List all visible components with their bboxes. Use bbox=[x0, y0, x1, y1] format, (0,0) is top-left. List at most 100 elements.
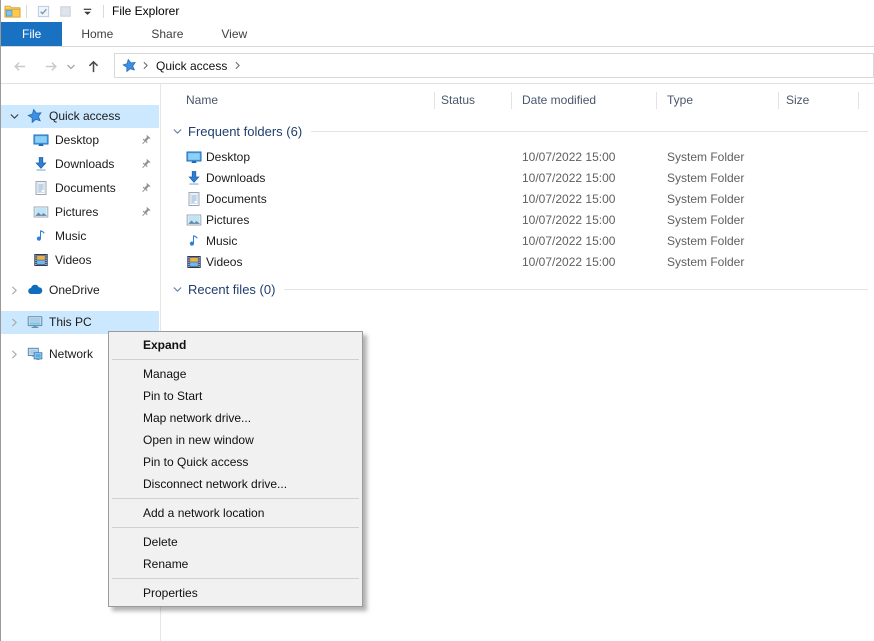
chevron-right-icon[interactable] bbox=[8, 316, 21, 329]
videos-icon bbox=[33, 252, 49, 268]
file-type: System Folder bbox=[667, 192, 744, 206]
menu-item-pin-to-quick-access[interactable]: Pin to Quick access bbox=[110, 451, 361, 473]
breadcrumb-item-quick-access[interactable]: Quick access bbox=[156, 59, 227, 73]
group-header-recent-files-0[interactable]: Recent files (0) bbox=[162, 280, 868, 298]
menu-item-manage[interactable]: Manage bbox=[110, 363, 361, 385]
quick-access-star-icon bbox=[27, 108, 43, 124]
sidebar-item-label: Network bbox=[49, 347, 93, 361]
menu-item-open-in-new-window[interactable]: Open in new window bbox=[110, 429, 361, 451]
breadcrumb-chevron-icon[interactable] bbox=[231, 59, 244, 72]
pin-icon bbox=[139, 182, 152, 195]
column-header-name[interactable]: Name bbox=[186, 90, 218, 110]
group-chevron-down-icon[interactable] bbox=[171, 283, 184, 296]
address-bar[interactable]: Quick access bbox=[114, 53, 874, 78]
downloads-icon bbox=[33, 156, 49, 172]
menu-item-add-a-network-location[interactable]: Add a network location bbox=[110, 502, 361, 524]
sidebar-item-documents[interactable]: Documents bbox=[1, 177, 159, 200]
ribbon-tabs: File Home Share View bbox=[1, 22, 874, 47]
tab-share[interactable]: Share bbox=[132, 22, 202, 46]
column-separator[interactable] bbox=[656, 92, 657, 109]
group-chevron-down-icon[interactable] bbox=[171, 125, 184, 138]
sidebar-item-quick-access[interactable]: Quick access bbox=[1, 105, 159, 128]
forward-button[interactable] bbox=[41, 56, 61, 76]
chevron-down-icon[interactable] bbox=[8, 110, 21, 123]
menu-separator bbox=[112, 578, 359, 579]
group-header-frequent-folders-6[interactable]: Frequent folders (6) bbox=[162, 122, 868, 140]
sidebar-item-label: Videos bbox=[55, 253, 91, 267]
customize-qat-icon[interactable] bbox=[78, 2, 96, 20]
menu-item-pin-to-start[interactable]: Pin to Start bbox=[110, 385, 361, 407]
properties-check-icon[interactable] bbox=[34, 2, 52, 20]
sidebar-item-pictures[interactable]: Pictures bbox=[1, 201, 159, 224]
file-row-pictures[interactable]: Pictures10/07/2022 15:00System Folder bbox=[162, 210, 874, 231]
quick-access-star-icon bbox=[122, 58, 137, 73]
menu-separator bbox=[112, 498, 359, 499]
file-date-modified: 10/07/2022 15:00 bbox=[522, 255, 615, 269]
sidebar-item-downloads[interactable]: Downloads bbox=[1, 153, 159, 176]
file-name: Videos bbox=[206, 255, 242, 269]
sidebar-item-label: Documents bbox=[55, 181, 116, 195]
breadcrumb-chevron-icon[interactable] bbox=[139, 59, 152, 72]
column-header-status[interactable]: Status bbox=[441, 90, 475, 110]
menu-item-disconnect-network-drive[interactable]: Disconnect network drive... bbox=[110, 473, 361, 495]
sidebar-item-videos[interactable]: Videos bbox=[1, 249, 159, 272]
sidebar-item-desktop[interactable]: Desktop bbox=[1, 129, 159, 152]
column-separator[interactable] bbox=[434, 92, 435, 109]
documents-icon bbox=[33, 180, 49, 196]
column-separator[interactable] bbox=[511, 92, 512, 109]
tab-file[interactable]: File bbox=[1, 22, 62, 46]
new-folder-icon[interactable] bbox=[56, 2, 74, 20]
chevron-right-icon[interactable] bbox=[8, 284, 21, 297]
pictures-icon bbox=[33, 204, 49, 220]
column-header-date-modified[interactable]: Date modified bbox=[522, 90, 596, 110]
menu-item-map-network-drive[interactable]: Map network drive... bbox=[110, 407, 361, 429]
sidebar-item-label: Desktop bbox=[55, 133, 99, 147]
tab-home[interactable]: Home bbox=[62, 22, 132, 46]
file-name: Desktop bbox=[206, 150, 250, 164]
file-row-desktop[interactable]: Desktop 10/07/2022 15:00 System Folder bbox=[162, 147, 874, 168]
file-type: System Folder bbox=[667, 255, 744, 269]
file-row-downloads[interactable]: Downloads10/07/2022 15:00System Folder bbox=[162, 168, 874, 189]
column-header-size[interactable]: Size bbox=[786, 90, 809, 110]
file-date-modified: 10/07/2022 15:00 bbox=[522, 213, 615, 227]
file-date-modified: 10/07/2022 15:00 bbox=[522, 192, 615, 206]
sidebar-item-onedrive[interactable]: OneDrive bbox=[1, 279, 159, 302]
file-type: System Folder bbox=[667, 213, 744, 227]
up-button[interactable] bbox=[83, 56, 103, 76]
recent-locations-dropdown-icon[interactable] bbox=[65, 61, 77, 73]
titlebar: File Explorer bbox=[1, 0, 874, 22]
context-menu: Expand ManagePin to StartMap network driv… bbox=[108, 331, 363, 607]
file-name: Documents bbox=[206, 192, 267, 206]
file-type: System Folder bbox=[667, 150, 744, 164]
sidebar-item-label: Music bbox=[55, 229, 86, 243]
sidebar-item-music[interactable]: Music bbox=[1, 225, 159, 248]
menu-separator bbox=[112, 527, 359, 528]
group-header-label: Frequent folders (6) bbox=[188, 124, 302, 139]
sidebar-item-label: OneDrive bbox=[49, 283, 100, 297]
file-date-modified: 10/07/2022 15:00 bbox=[522, 234, 615, 248]
menu-item-expand[interactable]: Expand bbox=[110, 334, 361, 356]
sidebar-item-label: Pictures bbox=[55, 205, 98, 219]
back-button[interactable] bbox=[9, 56, 29, 76]
column-header-type[interactable]: Type bbox=[667, 90, 693, 110]
file-row-music[interactable]: Music10/07/2022 15:00System Folder bbox=[162, 231, 874, 252]
file-date-modified: 10/07/2022 15:00 bbox=[522, 150, 615, 164]
pictures-icon bbox=[186, 212, 202, 228]
chevron-right-icon[interactable] bbox=[8, 348, 21, 361]
sidebar-item-label: This PC bbox=[49, 315, 92, 329]
pin-icon bbox=[139, 206, 152, 219]
column-separator[interactable] bbox=[778, 92, 779, 109]
tab-view[interactable]: View bbox=[202, 22, 266, 46]
pin-icon bbox=[139, 134, 152, 147]
menu-item-delete[interactable]: Delete bbox=[110, 531, 361, 553]
file-row-documents[interactable]: Documents 10/07/2022 15:00 System Folder bbox=[162, 189, 874, 210]
downloads-icon bbox=[186, 170, 202, 186]
this-pc-icon bbox=[27, 314, 43, 330]
menu-item-properties[interactable]: Properties bbox=[110, 582, 361, 604]
file-row-videos[interactable]: Videos 10/07/2022 15:00 System Folder bbox=[162, 252, 874, 273]
file-date-modified: 10/07/2022 15:00 bbox=[522, 171, 615, 185]
column-separator[interactable] bbox=[858, 92, 859, 109]
menu-item-rename[interactable]: Rename bbox=[110, 553, 361, 575]
documents-icon bbox=[186, 191, 202, 207]
file-name: Downloads bbox=[206, 171, 265, 185]
